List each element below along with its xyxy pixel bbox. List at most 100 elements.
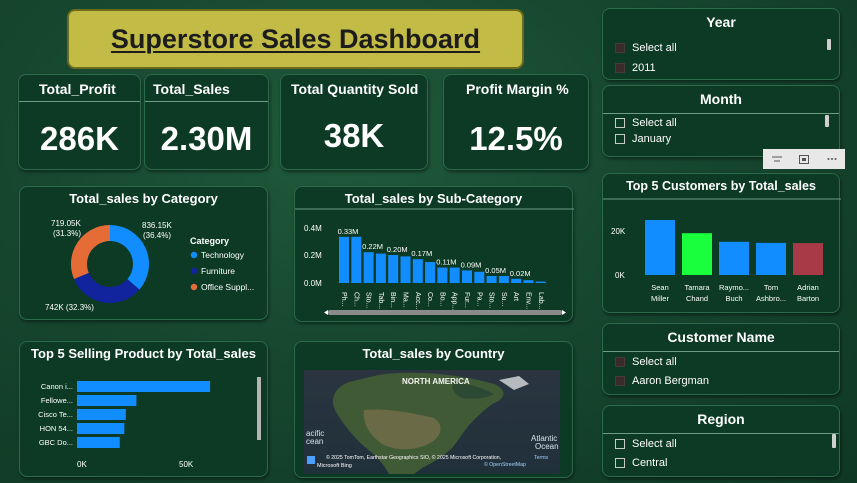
x-tick-label: Ph...	[340, 292, 347, 306]
kpi-label: Total_Sales	[153, 81, 230, 97]
bar-canon-i[interactable]	[77, 381, 211, 392]
legend-item-furniture[interactable]: Furniture	[201, 266, 235, 276]
data-label-tech-pct: (36.4%)	[143, 231, 171, 240]
bar-tab-3[interactable]	[375, 253, 386, 283]
slicer-option-january[interactable]: January	[615, 133, 671, 145]
kpi-total-profit[interactable]: Total_Profit 286K	[18, 74, 141, 170]
slicer-option-select-all[interactable]: Select all	[615, 117, 677, 129]
slicer-option-select-all[interactable]: Select all	[615, 42, 677, 54]
legend-marker-office-supplies	[190, 283, 198, 291]
map-imagery: NORTH AMERICA acific cean Atlantic Ocean…	[306, 372, 559, 474]
checkbox[interactable]	[615, 43, 625, 53]
bar-art-14[interactable]	[511, 278, 522, 283]
filter-icon[interactable]	[763, 149, 790, 169]
bar-sto-12[interactable]	[486, 276, 497, 283]
bar-sean-miller[interactable]	[645, 220, 675, 275]
vertical-scrollbar[interactable]	[257, 377, 261, 440]
checkbox[interactable]	[615, 357, 625, 367]
scroll-right-icon[interactable]	[562, 310, 566, 315]
bar-app-9[interactable]	[449, 267, 460, 283]
slicer-year[interactable]: Year Select all 2011	[602, 8, 840, 80]
bar-co-7[interactable]	[425, 262, 436, 283]
slicer-option-select-all[interactable]: Select all	[615, 356, 677, 368]
x-tick-label: Adrian	[797, 283, 819, 292]
legend-item-office-supplies[interactable]: Office Suppl...	[201, 282, 254, 292]
map-terms-link[interactable]: Terms	[534, 455, 549, 461]
slicer-option-select-all[interactable]: Select all	[615, 438, 677, 450]
focus-mode-icon[interactable]	[790, 149, 818, 169]
data-label: 0.17M	[411, 249, 432, 258]
vertical-scrollbar[interactable]	[825, 115, 829, 127]
horizontal-scrollbar[interactable]	[328, 310, 562, 315]
country-map-panel[interactable]: Total_sales by Country NORTH AMERICA aci…	[294, 341, 573, 478]
legend-item-technology[interactable]: Technology	[201, 250, 245, 260]
bar-ph-0[interactable]	[339, 236, 349, 283]
slicer-month[interactable]: Month Select all January	[602, 85, 840, 157]
bar-ma-5[interactable]	[400, 256, 411, 283]
divider	[19, 101, 140, 102]
checkbox[interactable]	[615, 458, 625, 468]
x-tick-label: Fur...	[463, 292, 470, 308]
divider	[603, 113, 839, 114]
checkbox[interactable]	[615, 118, 625, 128]
bar-tamara-chand[interactable]	[682, 233, 712, 275]
kpi-value: 38K	[323, 117, 385, 154]
slicer-title: Month	[700, 91, 742, 107]
map-brand: Microsoft Bing	[317, 463, 352, 469]
bar-sto-2[interactable]	[363, 252, 374, 283]
bar-ch-1[interactable]	[351, 236, 362, 283]
bar-adrian-barton[interactable]	[793, 243, 823, 275]
divider	[603, 433, 839, 434]
bar-cisco-te[interactable]	[77, 409, 126, 420]
y-tick-20k: 20K	[611, 227, 626, 236]
greenland	[499, 376, 529, 390]
category-chart-panel[interactable]: Total_sales by Category 719.05K (31.3%) …	[19, 186, 268, 320]
legend-marker-technology	[190, 251, 198, 259]
bar-env-15[interactable]	[523, 280, 534, 283]
bar-bo-8[interactable]	[437, 267, 448, 283]
x-tick-label: Sto...	[488, 292, 495, 308]
checkbox[interactable]	[615, 439, 625, 449]
top-products-chart-panel[interactable]: Top 5 Selling Product by Total_sales Can…	[19, 341, 268, 477]
scroll-left-icon[interactable]	[324, 310, 328, 315]
map-osm-link[interactable]: © OpenStreetMap	[484, 461, 526, 468]
slicer-option-central[interactable]: Central	[615, 457, 667, 469]
bar-lab-16[interactable]	[535, 281, 546, 283]
checkbox[interactable]	[615, 63, 625, 73]
slicer-region[interactable]: Region Select all Central	[602, 405, 840, 477]
kpi-total-sales[interactable]: Total_Sales 2.30M	[144, 74, 269, 170]
x-tick-label: Tom	[764, 283, 778, 292]
bar-raymond-buch[interactable]	[719, 241, 749, 275]
more-options-icon[interactable]	[818, 149, 845, 169]
bar-fellowe[interactable]	[77, 395, 137, 406]
x-tick-50k: 50K	[179, 460, 194, 469]
map-view[interactable]: NORTH AMERICA acific cean Atlantic Ocean…	[304, 370, 560, 474]
bar-pa-11[interactable]	[474, 271, 485, 283]
x-tick-label: Su...	[500, 292, 507, 306]
kpi-total-quantity[interactable]: Total Quantity Sold 38K	[280, 74, 428, 170]
x-tick-label: Art	[512, 292, 519, 301]
vertical-scrollbar[interactable]	[832, 434, 836, 448]
x-tick-label: Tab...	[377, 292, 384, 309]
bar-tom-ashbrook[interactable]	[756, 242, 786, 275]
bar-su-13[interactable]	[498, 276, 509, 283]
option-label: Select all	[632, 42, 677, 54]
bar-acc-6[interactable]	[412, 259, 423, 283]
option-label: Select all	[632, 438, 677, 450]
slicer-option-aaron-bergman[interactable]: Aaron Bergman	[615, 375, 709, 387]
kpi-profit-margin[interactable]: Profit Margin % 12.5%	[443, 74, 589, 170]
bar-bin-4[interactable]	[388, 255, 399, 283]
slicer-option-2011[interactable]: 2011	[615, 62, 656, 74]
bar-fur-10[interactable]	[462, 270, 472, 283]
slicer-customer-name[interactable]: Customer Name Select all Aaron Bergman	[602, 323, 840, 395]
checkbox[interactable]	[615, 376, 625, 386]
checkbox[interactable]	[615, 134, 625, 144]
subcategory-chart-panel[interactable]: Total_sales by Sub-Category 0.4M 0.2M 0.…	[294, 186, 574, 322]
data-label-furniture: 742K (32.3%)	[45, 303, 94, 312]
top-customers-chart-panel[interactable]: Top 5 Customers by Total_sales 20K 0K Se…	[602, 173, 841, 313]
bar-gbc-do[interactable]	[77, 437, 120, 448]
legend-title: Category	[190, 236, 229, 246]
bar-hon-54[interactable]	[77, 423, 125, 434]
vertical-scrollbar[interactable]	[827, 39, 831, 50]
data-label: 0.05M	[485, 266, 506, 275]
